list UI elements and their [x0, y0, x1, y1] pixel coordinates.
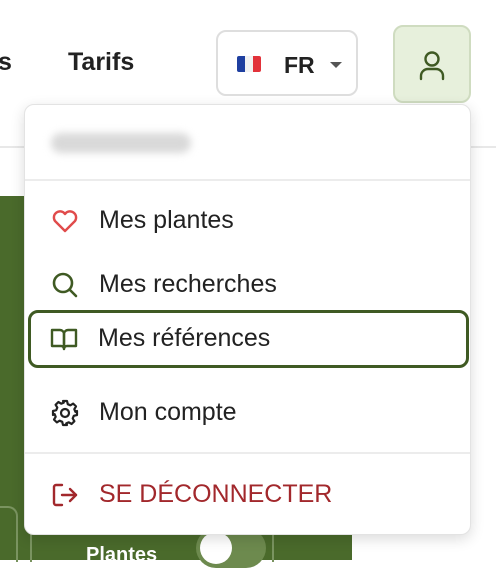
language-code: FR — [284, 52, 315, 78]
divider — [25, 452, 470, 454]
chevron-down-icon — [330, 62, 342, 68]
user-dropdown-menu: Mes plantes Mes recherches Mes référence… — [24, 104, 471, 535]
background-card-label: Plantes — [86, 544, 158, 566]
menu-item-label: Mes recherches — [99, 270, 277, 298]
menu-item-mes-recherches[interactable]: Mes recherches — [29, 256, 467, 314]
heart-icon — [52, 210, 78, 233]
logout-button[interactable]: SE DÉCONNECTER — [29, 466, 467, 524]
menu-item-mon-compte[interactable]: Mon compte — [29, 384, 467, 442]
user-icon — [419, 51, 445, 81]
menu-item-label: Mes références — [98, 324, 271, 352]
menu-item-mes-plantes[interactable]: Mes plantes — [29, 192, 467, 250]
menu-item-label: Mes plantes — [99, 206, 234, 234]
user-menu-button[interactable] — [393, 25, 471, 103]
user-email-blurred — [51, 133, 191, 153]
background-card — [0, 506, 18, 562]
gear-icon — [51, 399, 79, 427]
divider — [25, 179, 470, 181]
france-flag-icon — [237, 56, 261, 72]
menu-item-label: Mon compte — [99, 398, 237, 426]
search-icon — [52, 272, 78, 298]
logout-label: SE DÉCONNECTER — [99, 480, 333, 508]
menu-item-mes-references[interactable]: Mes références — [28, 310, 469, 368]
nav-link-partial[interactable]: s — [0, 48, 12, 77]
book-icon — [50, 328, 78, 351]
language-selector[interactable]: FR — [216, 30, 358, 96]
logout-icon — [52, 483, 78, 507]
nav-link-tarifs[interactable]: Tarifs — [68, 48, 134, 77]
